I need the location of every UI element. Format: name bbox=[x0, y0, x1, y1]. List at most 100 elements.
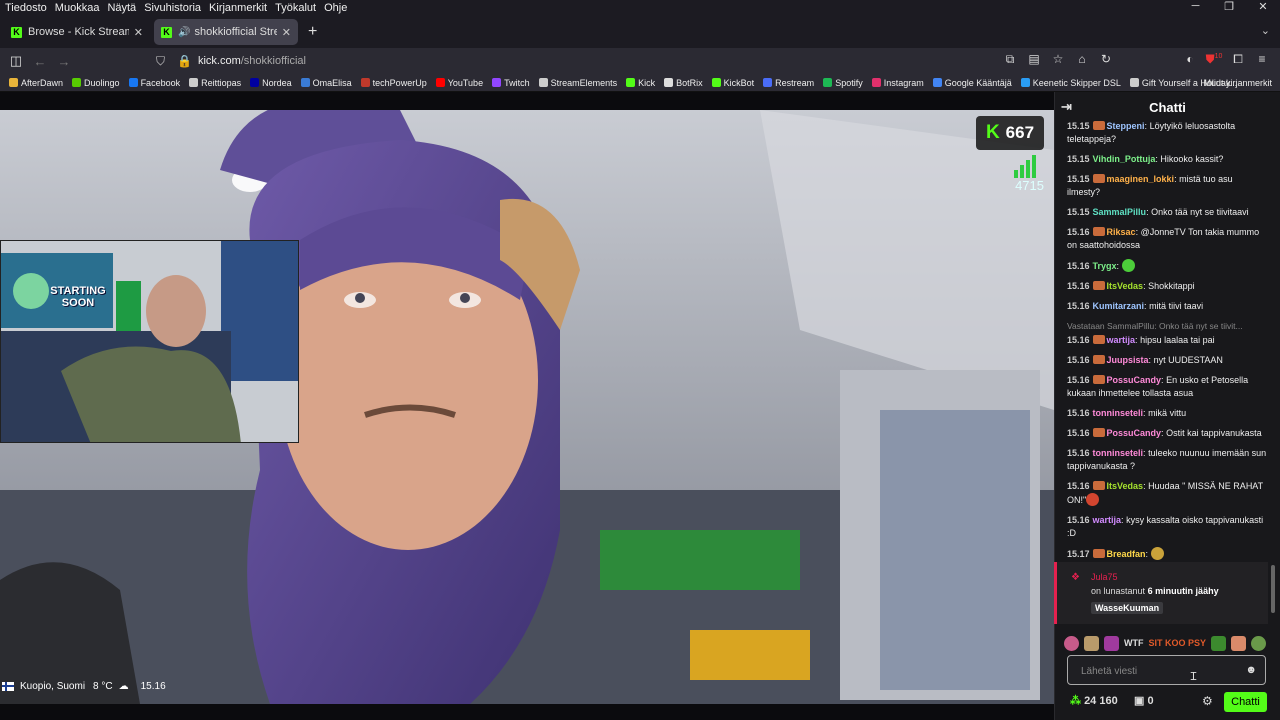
bookmark-item[interactable]: Keenetic Skipper DSL bbox=[1020, 78, 1121, 88]
message-username[interactable]: maaginen_lokki bbox=[1107, 174, 1175, 184]
bookmark-item[interactable]: Twitch bbox=[492, 78, 530, 88]
restore-icon[interactable]: ❐ bbox=[1212, 0, 1246, 13]
url-bar[interactable]: ⛉ 🔒 kick.com/shokkiofficial bbox=[150, 50, 980, 72]
chat-emote-icon bbox=[1086, 493, 1100, 506]
menu-file[interactable]: Tiedosto bbox=[0, 2, 51, 14]
reload-icon[interactable]: ↻ bbox=[1094, 52, 1118, 67]
message-username[interactable]: Kumitarzani bbox=[1093, 301, 1145, 311]
lock-icon[interactable]: 🔒 bbox=[177, 54, 192, 68]
bookmark-item[interactable]: Google Kääntäjä bbox=[932, 78, 1012, 88]
ublock-icon[interactable]: ⛊10 bbox=[1202, 52, 1226, 67]
bookmark-item[interactable]: OmaElisa bbox=[300, 78, 352, 88]
bookmark-item[interactable]: BotRix bbox=[664, 78, 703, 88]
tab-browse[interactable]: K Browse - Kick Streaming ✕ bbox=[4, 19, 150, 45]
tab-stream[interactable]: K 🔊 shokkiofficial Stream - Wat ✕ bbox=[154, 19, 298, 45]
message-username[interactable]: Juupsista bbox=[1107, 355, 1149, 365]
menu-hamburger-icon[interactable]: ≡ bbox=[1250, 52, 1274, 67]
message-username[interactable]: ItsVedas bbox=[1107, 281, 1144, 291]
emote-icon[interactable] bbox=[1231, 635, 1247, 651]
chat-input[interactable]: Lähetä viesti ☻ bbox=[1067, 655, 1266, 685]
close-tab-icon[interactable]: ✕ bbox=[134, 26, 143, 39]
message-username[interactable]: Trygx bbox=[1093, 261, 1117, 271]
bookmark-item[interactable]: Restream bbox=[763, 78, 814, 88]
bookmark-item[interactable]: KickBot bbox=[711, 78, 754, 88]
new-tab-icon[interactable]: + bbox=[308, 23, 317, 41]
bookmark-item[interactable]: AfterDawn bbox=[9, 78, 63, 88]
subscriber-badge-icon bbox=[1092, 281, 1105, 290]
bookmark-label: Kick bbox=[638, 77, 656, 88]
message-username[interactable]: PossuCandy bbox=[1107, 375, 1162, 385]
message-username[interactable]: tonninseteli bbox=[1093, 408, 1144, 418]
screenshot-icon[interactable]: ⧉ bbox=[998, 52, 1022, 67]
box-icon: ▣ bbox=[1134, 695, 1145, 707]
bookmark-item[interactable]: Instagram bbox=[871, 77, 924, 88]
forward-icon[interactable]: → bbox=[52, 54, 76, 69]
menu-history[interactable]: Sivuhistoria bbox=[140, 2, 205, 14]
emoji-picker-icon[interactable]: ☻ bbox=[1245, 664, 1257, 676]
menu-help[interactable]: Ohje bbox=[320, 2, 351, 14]
bookmark-item[interactable]: StreamElements bbox=[538, 78, 617, 88]
bookmark-item[interactable]: YouTube bbox=[435, 78, 483, 88]
bookmark-item[interactable]: Spotify bbox=[823, 78, 863, 88]
bookmark-item[interactable]: Duolingo bbox=[72, 78, 120, 88]
chat-scrollbar[interactable] bbox=[1271, 565, 1275, 613]
bookmark-label: Instagram bbox=[883, 77, 924, 88]
message-username[interactable]: Riksac bbox=[1107, 227, 1136, 237]
collapse-chat-icon[interactable]: ⇥ bbox=[1061, 99, 1072, 115]
menu-tools[interactable]: Työkalut bbox=[271, 2, 320, 14]
close-tab-icon[interactable]: ✕ bbox=[282, 26, 291, 39]
emote-icon[interactable] bbox=[1064, 635, 1079, 651]
points-value: 24 160 bbox=[1084, 695, 1118, 707]
emote-icon[interactable] bbox=[1251, 635, 1267, 651]
chat-message: 15.16 PossuCandy: Ostit kai tappivanukast… bbox=[1055, 427, 1273, 440]
bookmark-item[interactable]: Nordea bbox=[250, 78, 292, 88]
bookmark-label: techPowerUp bbox=[372, 77, 427, 88]
redeem-user[interactable]: Jula75 bbox=[1091, 572, 1118, 582]
message-username[interactable]: SammalPillu bbox=[1093, 207, 1147, 217]
emote-icon[interactable] bbox=[1104, 635, 1119, 651]
shield-icon[interactable]: ⛉ bbox=[156, 54, 165, 69]
chat-input-placeholder: Lähetä viesti bbox=[1081, 666, 1138, 677]
menu-view[interactable]: Näytä bbox=[103, 2, 140, 14]
menu-bookmarks[interactable]: Kirjanmerkit bbox=[205, 2, 271, 14]
emote-sitkoopsy[interactable]: SIT KOO PSY bbox=[1149, 638, 1207, 648]
gear-icon[interactable]: ⚙ bbox=[1202, 694, 1213, 708]
back-icon[interactable]: ← bbox=[28, 54, 52, 69]
speaker-icon[interactable]: 🔊 bbox=[178, 27, 190, 38]
subscriber-badge-icon bbox=[1092, 121, 1105, 130]
extensions-icon[interactable]: ⧠ bbox=[1226, 52, 1250, 67]
bookmark-item[interactable]: Kick bbox=[626, 78, 655, 88]
prediction-box[interactable]: ▣ 0 bbox=[1134, 694, 1154, 707]
message-time: 15.16 bbox=[1067, 335, 1090, 345]
sidebar-icon[interactable]: ◫ bbox=[4, 53, 28, 69]
bookmark-item[interactable]: Facebook bbox=[128, 78, 180, 88]
message-username[interactable]: PossuCandy bbox=[1107, 428, 1162, 438]
channel-points[interactable]: ⁂ 24 160 bbox=[1070, 694, 1118, 707]
message-username[interactable]: tonninseteli bbox=[1093, 448, 1144, 458]
message-time: 15.15 bbox=[1067, 154, 1090, 164]
close-window-icon[interactable]: ✕ bbox=[1246, 0, 1280, 13]
bookmark-favicon-icon bbox=[72, 78, 82, 87]
reader-icon[interactable]: ▤ bbox=[1022, 52, 1046, 67]
emote-icon[interactable] bbox=[1211, 635, 1227, 651]
send-chat-button[interactable]: Chatti bbox=[1224, 692, 1267, 712]
message-username[interactable]: Breadfan bbox=[1107, 549, 1146, 559]
message-username[interactable]: Steppeni bbox=[1107, 121, 1145, 131]
other-bookmarks[interactable]: Muut kirjanmerkit bbox=[1203, 78, 1272, 88]
bookmark-item[interactable]: Reittiopas bbox=[189, 78, 241, 88]
message-username[interactable]: wartija bbox=[1107, 335, 1136, 345]
emote-icon[interactable] bbox=[1084, 635, 1099, 651]
home-icon[interactable]: ⌂ bbox=[1070, 52, 1094, 67]
star-icon[interactable]: ☆ bbox=[1046, 52, 1070, 67]
message-username[interactable]: wartija bbox=[1093, 515, 1122, 525]
chat-message: 15.16 ItsVedas: Shokkitappi bbox=[1055, 280, 1273, 293]
message-username[interactable]: Vihdin_Pottuja bbox=[1093, 154, 1156, 164]
minimize-icon[interactable]: ─ bbox=[1178, 0, 1212, 13]
menu-edit[interactable]: Muokkaa bbox=[51, 2, 104, 14]
emote-wtf[interactable]: WTF bbox=[1124, 638, 1144, 648]
viewer-count-badge: K 667 bbox=[976, 116, 1044, 150]
bookmark-item[interactable]: techPowerUp bbox=[360, 77, 427, 88]
account-icon[interactable]: ◐ bbox=[1178, 52, 1202, 67]
message-username[interactable]: ItsVedas bbox=[1107, 481, 1144, 491]
list-tabs-chevron-icon[interactable]: ⌄ bbox=[1261, 24, 1270, 37]
